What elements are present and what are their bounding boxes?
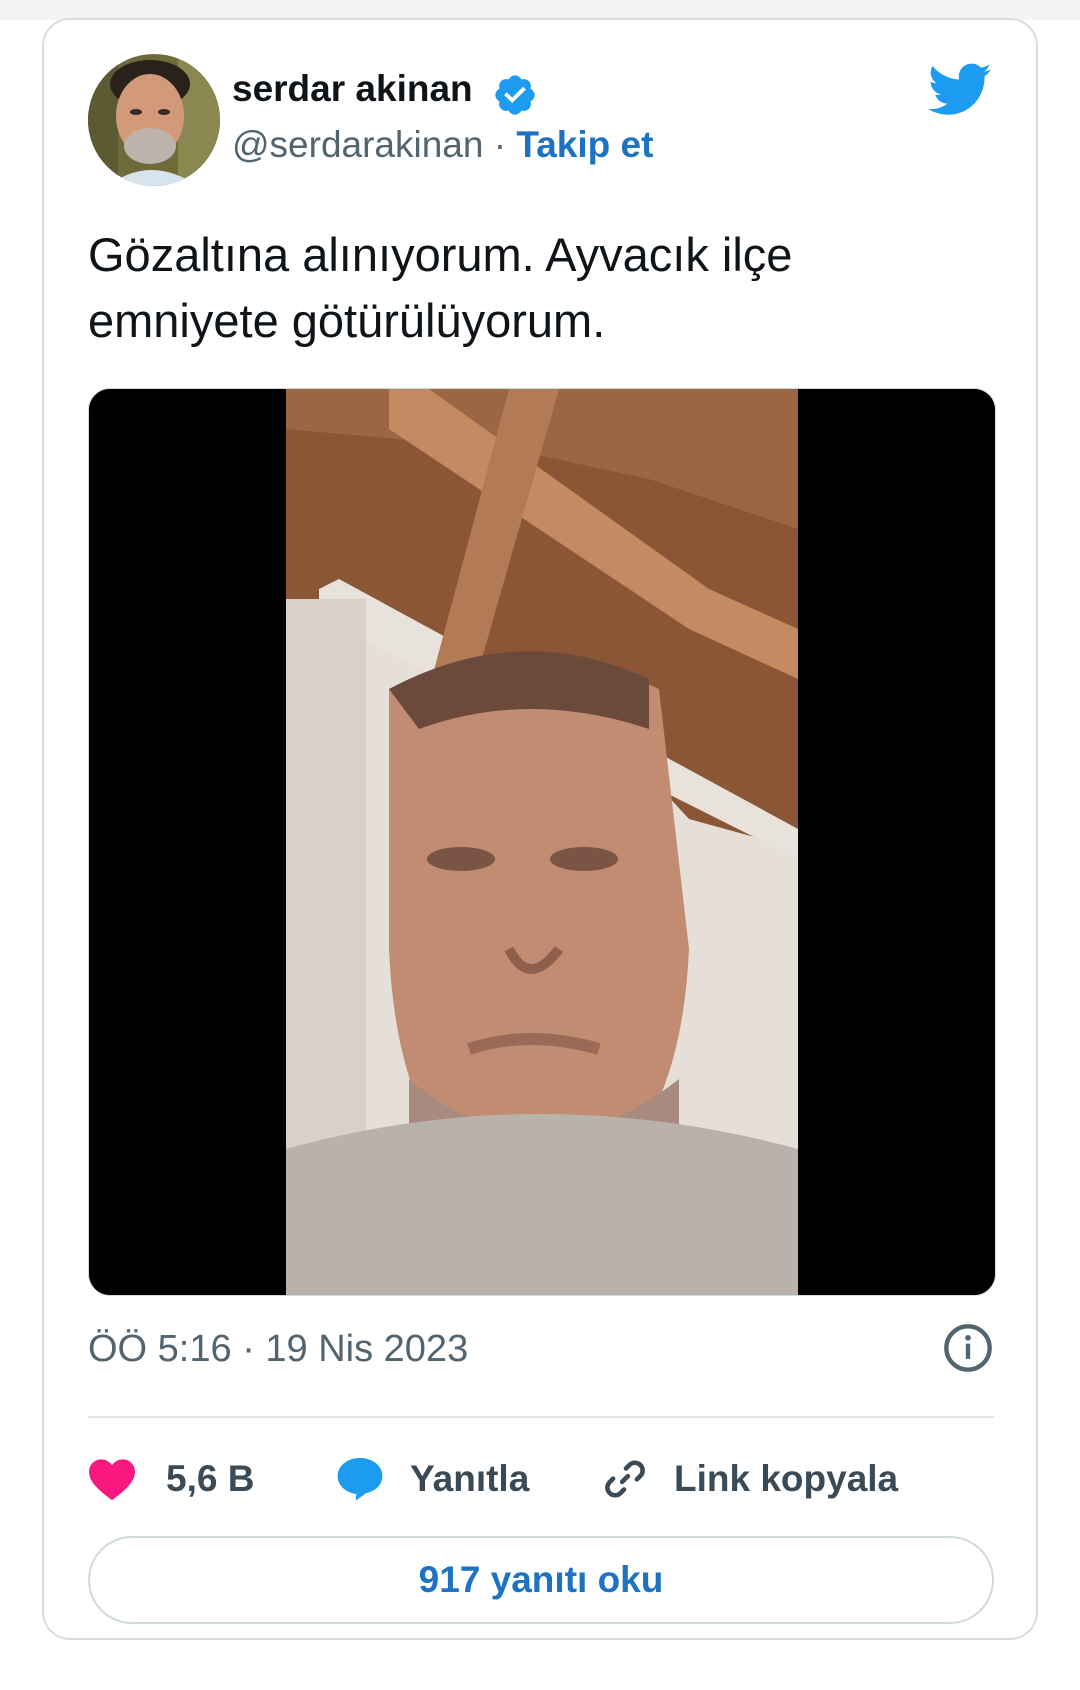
like-button[interactable]: 5,6 B bbox=[88, 1444, 254, 1514]
like-count: 5,6 B bbox=[166, 1458, 255, 1499]
read-replies-button[interactable]: 917 yanıtı oku bbox=[88, 1536, 994, 1624]
author-handle[interactable]: @serdarakinan bbox=[232, 124, 483, 165]
info-icon[interactable] bbox=[942, 1322, 994, 1374]
top-background-band bbox=[0, 0, 1080, 20]
follow-link[interactable]: Takip et bbox=[516, 124, 653, 165]
reply-button[interactable]: Yanıtla bbox=[336, 1444, 529, 1514]
verified-badge-icon bbox=[495, 75, 535, 115]
tweet-timestamp[interactable]: ÖÖ 5:16 · 19 Nis 2023 bbox=[88, 1328, 468, 1371]
separator-dot: · bbox=[483, 124, 517, 165]
divider bbox=[88, 1416, 994, 1418]
handle-row: @serdarakinan · Takip et bbox=[232, 124, 653, 166]
tweet-card: serdar akinan @serdarakinan · Takip et G… bbox=[42, 18, 1038, 1640]
tweet-video[interactable] bbox=[88, 388, 996, 1296]
tweet-text: Gözaltına alınıyorum. Ayvacık ilçe emniy… bbox=[88, 228, 793, 347]
video-frame bbox=[286, 389, 798, 1295]
twitter-bird-icon[interactable] bbox=[928, 62, 992, 118]
copy-link-button[interactable]: Link kopyala bbox=[602, 1444, 898, 1514]
copy-link-label: Link kopyala bbox=[674, 1458, 899, 1499]
display-name[interactable]: serdar akinan bbox=[232, 68, 473, 110]
link-icon bbox=[605, 1460, 645, 1498]
heart-icon bbox=[89, 1459, 135, 1501]
reply-label: Yanıtla bbox=[410, 1458, 530, 1499]
speech-bubble-icon bbox=[337, 1458, 383, 1501]
avatar[interactable] bbox=[88, 54, 220, 186]
